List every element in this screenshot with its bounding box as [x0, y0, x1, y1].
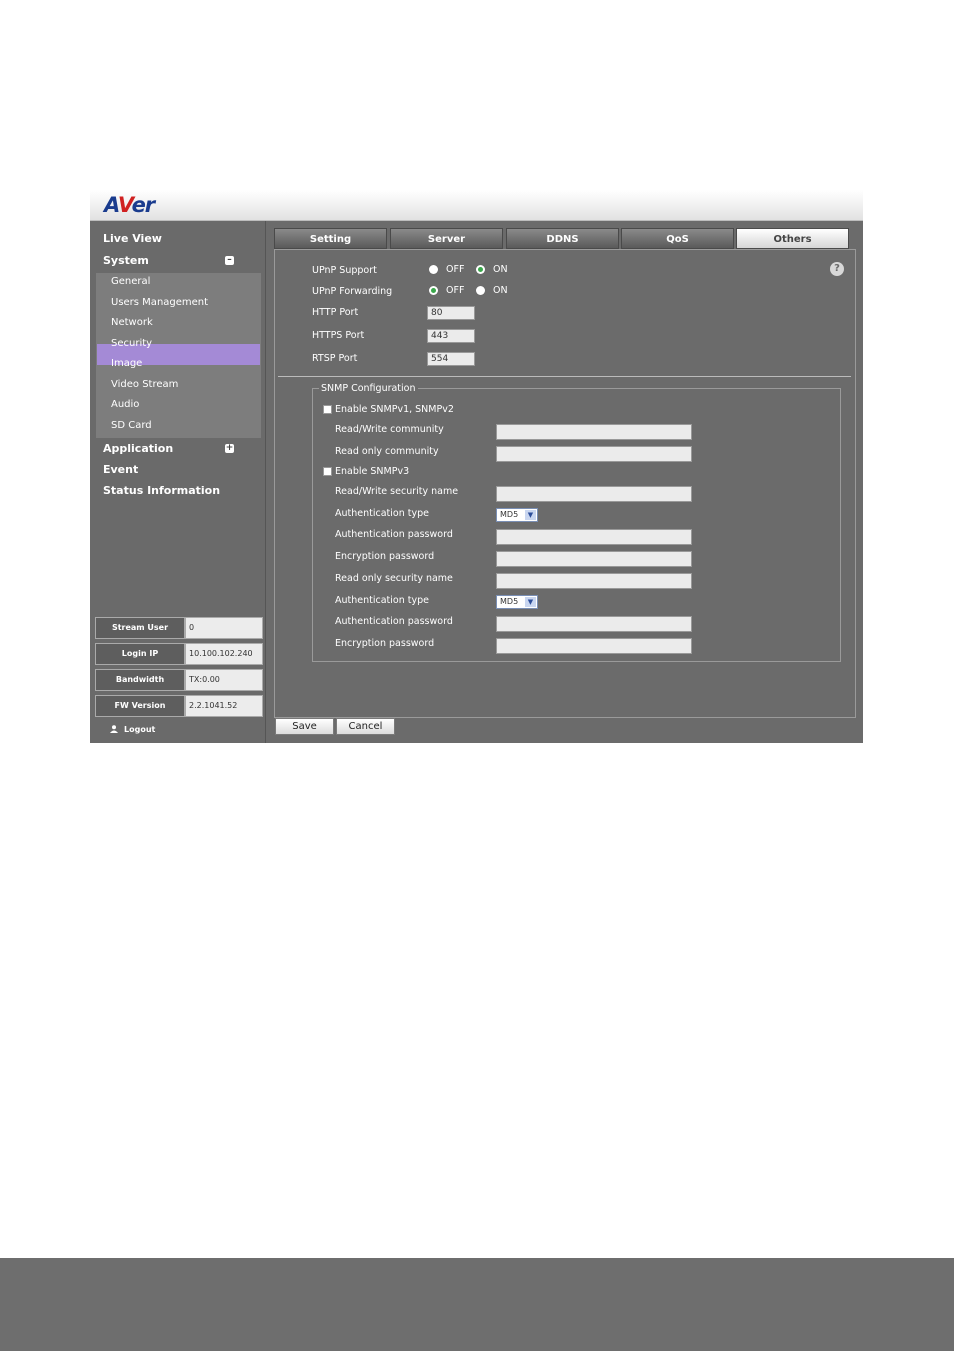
enc-password-1-input[interactable] — [496, 551, 692, 567]
auth-type-1-select[interactable]: MD5 ▼ — [496, 508, 538, 522]
tab-server[interactable]: Server — [390, 228, 503, 249]
enable-snmpv1-label: Enable SNMPv1, SNMPv2 — [335, 404, 454, 415]
nav-network[interactable]: Network — [111, 317, 153, 328]
upnp-support-label: UPnP Support — [312, 265, 377, 276]
nav-image[interactable]: Image — [111, 358, 142, 369]
enable-snmpv1-checkbox[interactable] — [323, 405, 332, 414]
chevron-down-icon: ▼ — [525, 510, 536, 520]
info-bandwidth: Bandwidth TX:0.00 — [95, 669, 263, 691]
enable-snmpv3-label: Enable SNMPv3 — [335, 466, 410, 477]
auth-type-2-select[interactable]: MD5 ▼ — [496, 595, 538, 609]
header-bar: AVer — [90, 190, 863, 221]
minus-icon[interactable]: – — [225, 256, 234, 265]
chevron-down-icon: ▼ — [525, 597, 536, 607]
upnp-support-off-label: OFF — [446, 264, 465, 275]
http-port-input[interactable]: 80 — [427, 306, 475, 320]
aver-logo: AVer — [104, 193, 155, 217]
info-fw-version: FW Version 2.2.1041.52 — [95, 695, 263, 717]
nav-event[interactable]: Event — [103, 463, 138, 476]
auth-password-2-label: Authentication password — [335, 616, 453, 627]
tab-ddns[interactable]: DDNS — [506, 228, 619, 249]
ro-security-name-label: Read only security name — [335, 573, 453, 584]
help-icon[interactable]: ? — [830, 262, 844, 276]
snmp-legend: SNMP Configuration — [319, 383, 418, 394]
auth-type-1-label: Authentication type — [335, 508, 429, 519]
upnp-forwarding-on-radio[interactable] — [476, 286, 485, 295]
rw-security-name-input[interactable] — [496, 486, 692, 502]
nav-sd-card[interactable]: SD Card — [111, 420, 152, 431]
enc-password-2-input[interactable] — [496, 638, 692, 654]
nav-general[interactable]: General — [111, 276, 150, 287]
ro-community-label: Read only community — [335, 446, 439, 457]
auth-password-2-input[interactable] — [496, 616, 692, 632]
plus-icon[interactable]: + — [225, 444, 234, 453]
upnp-forwarding-on-label: ON — [493, 285, 508, 296]
auth-password-1-label: Authentication password — [335, 529, 453, 540]
upnp-support-on-radio[interactable] — [476, 265, 485, 274]
nav-status-information[interactable]: Status Information — [103, 484, 220, 497]
rtsp-port-input[interactable]: 554 — [427, 352, 475, 366]
divider — [278, 376, 851, 377]
upnp-support-off-radio[interactable] — [429, 265, 438, 274]
info-stream-user: Stream User 0 — [95, 617, 263, 639]
enc-password-1-label: Encryption password — [335, 551, 435, 562]
sidebar: Live View System – General Users Managem… — [90, 221, 266, 743]
https-port-input[interactable]: 443 — [427, 329, 475, 343]
tab-others[interactable]: Others — [736, 228, 849, 249]
nav-system[interactable]: System — [103, 254, 149, 267]
nav-security[interactable]: Security — [111, 338, 152, 349]
https-port-label: HTTPS Port — [312, 330, 365, 341]
ro-community-input[interactable] — [496, 446, 692, 462]
rw-community-label: Read/Write community — [335, 424, 444, 435]
upnp-forwarding-off-radio[interactable] — [429, 286, 438, 295]
rw-security-name-label: Read/Write security name — [335, 486, 459, 497]
user-icon — [110, 725, 118, 733]
ro-security-name-input[interactable] — [496, 573, 692, 589]
tab-setting[interactable]: Setting — [274, 228, 387, 249]
nav-application[interactable]: Application — [103, 442, 173, 455]
logout-link[interactable]: Logout — [110, 725, 155, 734]
upnp-support-on-label: ON — [493, 264, 508, 275]
nav-live-view[interactable]: Live View — [103, 232, 162, 245]
nav-video-stream[interactable]: Video Stream — [111, 379, 178, 390]
rtsp-port-label: RTSP Port — [312, 353, 358, 364]
rw-community-input[interactable] — [496, 424, 692, 440]
save-button[interactable]: Save — [275, 718, 334, 735]
nav-users-management[interactable]: Users Management — [111, 297, 208, 308]
http-port-label: HTTP Port — [312, 307, 359, 318]
cancel-button[interactable]: Cancel — [336, 718, 395, 735]
tab-qos[interactable]: QoS — [621, 228, 734, 249]
enc-password-2-label: Encryption password — [335, 638, 435, 649]
auth-password-1-input[interactable] — [496, 529, 692, 545]
info-login-ip: Login IP 10.100.102.240 — [95, 643, 263, 665]
upnp-forwarding-off-label: OFF — [446, 285, 465, 296]
enable-snmpv3-checkbox[interactable] — [323, 467, 332, 476]
content-panel: ? UPnP Support OFF ON UPnP Forwarding OF… — [274, 249, 856, 718]
nav-audio[interactable]: Audio — [111, 399, 139, 410]
camera-web-ui: AVer Live View System – General Users Ma… — [90, 190, 863, 743]
auth-type-2-label: Authentication type — [335, 595, 429, 606]
upnp-forwarding-label: UPnP Forwarding — [312, 286, 393, 297]
page-footer-band — [0, 1258, 954, 1351]
